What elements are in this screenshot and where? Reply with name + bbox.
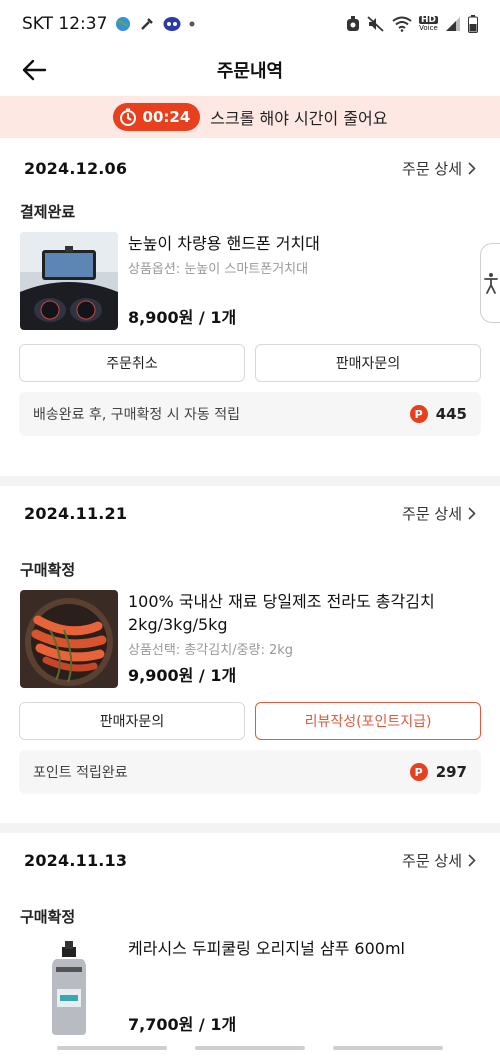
notification-dot-icon	[189, 21, 195, 27]
tools-icon	[139, 16, 155, 32]
product-info: 케라시스 두피쿨링 오리지널 샴푸 600ml 7,700원 / 1개	[128, 937, 480, 1037]
product-price: 7,700원 / 1개	[128, 1015, 237, 1034]
stopwatch-icon	[119, 108, 137, 126]
points-info: 배송완료 후, 구매확정 시 자동 적립 P 445	[19, 392, 481, 436]
section-divider	[0, 476, 500, 486]
status-bar: SKT 12:37 HD Voice	[0, 0, 500, 48]
product-image[interactable]	[20, 232, 118, 330]
gesture-nav-bar	[0, 1040, 500, 1056]
points-text: 배송완료 후, 구매확정 시 자동 적립	[33, 407, 241, 423]
product-name: 눈높이 차량용 핸드폰 거치대	[128, 234, 320, 253]
product-row[interactable]: 눈높이 차량용 핸드폰 거치대 상품옵션: 눈높이 스마트폰거치대 8,900원…	[0, 232, 500, 330]
order-detail-link[interactable]: 주문 상세	[402, 158, 476, 179]
product-image[interactable]	[20, 590, 118, 688]
order-header: 2024.11.13 주문 상세	[0, 833, 500, 887]
points-amount: P 445	[409, 405, 467, 423]
product-price: 8,900원 / 1개	[128, 308, 237, 327]
alarm-icon	[346, 16, 360, 32]
order-detail-link[interactable]: 주문 상세	[402, 503, 476, 524]
section-divider	[0, 823, 500, 833]
order-card: 2024.11.21 주문 상세 구매확정 100% 국내산 재료 당일제조 전…	[0, 486, 500, 794]
seller-inquiry-button[interactable]: 판매자문의	[255, 344, 481, 382]
order-header: 2024.11.21 주문 상세	[0, 486, 500, 540]
seller-inquiry-button[interactable]: 판매자문의	[19, 702, 245, 740]
globe-icon	[115, 16, 131, 32]
points-badge-icon: P	[409, 405, 428, 423]
order-status: 결제완료	[20, 203, 76, 221]
product-image[interactable]	[20, 937, 118, 1037]
timer-banner: 00:24 스크롤 해야 시간이 줄어요	[0, 96, 500, 138]
order-status: 구매확정	[20, 561, 76, 579]
chevron-right-icon	[468, 506, 476, 520]
points-badge-icon: P	[409, 763, 428, 781]
points-value: 297	[435, 763, 467, 781]
gesture-handle[interactable]	[195, 1046, 305, 1050]
product-row[interactable]: 케라시스 두피쿨링 오리지널 샴푸 600ml 7,700원 / 1개	[0, 937, 500, 1037]
points-text: 포인트 적립완료	[33, 765, 128, 781]
wifi-icon	[392, 16, 412, 32]
signal-icon	[445, 16, 461, 32]
action-buttons: 주문취소 판매자문의	[0, 344, 500, 382]
chevron-right-icon	[468, 853, 476, 867]
product-name: 케라시스 두피쿨링 오리지널 샴푸 600ml	[128, 939, 405, 958]
product-name: 100% 국내산 재료 당일제조 전라도 총각김치 2kg/3kg/5kg	[128, 592, 435, 634]
order-detail-link[interactable]: 주문 상세	[402, 850, 476, 871]
points-amount: P 297	[409, 763, 467, 781]
points-value: 445	[435, 405, 467, 423]
product-info: 눈높이 차량용 핸드폰 거치대 상품옵션: 눈높이 스마트폰거치대 8,900원…	[128, 232, 480, 330]
order-status: 구매확정	[20, 908, 76, 926]
accessibility-tab[interactable]	[480, 243, 500, 323]
timer-badge: 00:24	[112, 103, 201, 131]
gesture-handle[interactable]	[57, 1046, 167, 1050]
product-row[interactable]: 100% 국내산 재료 당일제조 전라도 총각김치 2kg/3kg/5kg 상품…	[0, 590, 500, 688]
order-date: 2024.12.06	[24, 158, 128, 178]
order-header: 2024.12.06 주문 상세	[0, 138, 500, 198]
gesture-handle[interactable]	[333, 1046, 443, 1050]
carrier-time: SKT 12:37	[22, 14, 108, 34]
accessibility-icon	[483, 273, 498, 294]
product-info: 100% 국내산 재료 당일제조 전라도 총각김치 2kg/3kg/5kg 상품…	[128, 590, 480, 688]
product-option: 상품옵션: 눈높이 스마트폰거치대	[128, 262, 309, 277]
points-info: 포인트 적립완료 P 297	[19, 750, 481, 794]
timer-message: 스크롤 해야 시간이 줄어요	[210, 109, 388, 128]
timer-value: 00:24	[142, 108, 191, 126]
product-price: 9,900원 / 1개	[128, 666, 237, 685]
mute-icon	[367, 16, 385, 32]
page-title: 주문내역	[216, 61, 284, 82]
hd-voice-icon: HD Voice	[418, 15, 438, 32]
write-review-button[interactable]: 리뷰작성(포인트지급)	[255, 702, 481, 740]
order-date: 2024.11.13	[24, 850, 128, 870]
cancel-order-button[interactable]: 주문취소	[19, 344, 245, 382]
product-option: 상품선택: 총각김치/중량: 2kg	[128, 643, 294, 658]
order-card: 2024.12.06 주문 상세 결제완료 눈높이 차량용 핸드폰 거치대 상품…	[0, 138, 500, 436]
back-button[interactable]	[18, 54, 50, 86]
app-bar: 주문내역	[0, 48, 500, 92]
action-buttons: 판매자문의 리뷰작성(포인트지급)	[0, 702, 500, 740]
app-icon	[163, 16, 181, 32]
battery-icon	[468, 15, 478, 33]
order-date: 2024.11.21	[24, 503, 128, 523]
chevron-right-icon	[468, 161, 476, 175]
back-arrow-icon	[22, 59, 47, 81]
order-card: 2024.11.13 주문 상세 구매확정 케라시스 두피쿨링 오리지널 샴푸 …	[0, 833, 500, 1037]
